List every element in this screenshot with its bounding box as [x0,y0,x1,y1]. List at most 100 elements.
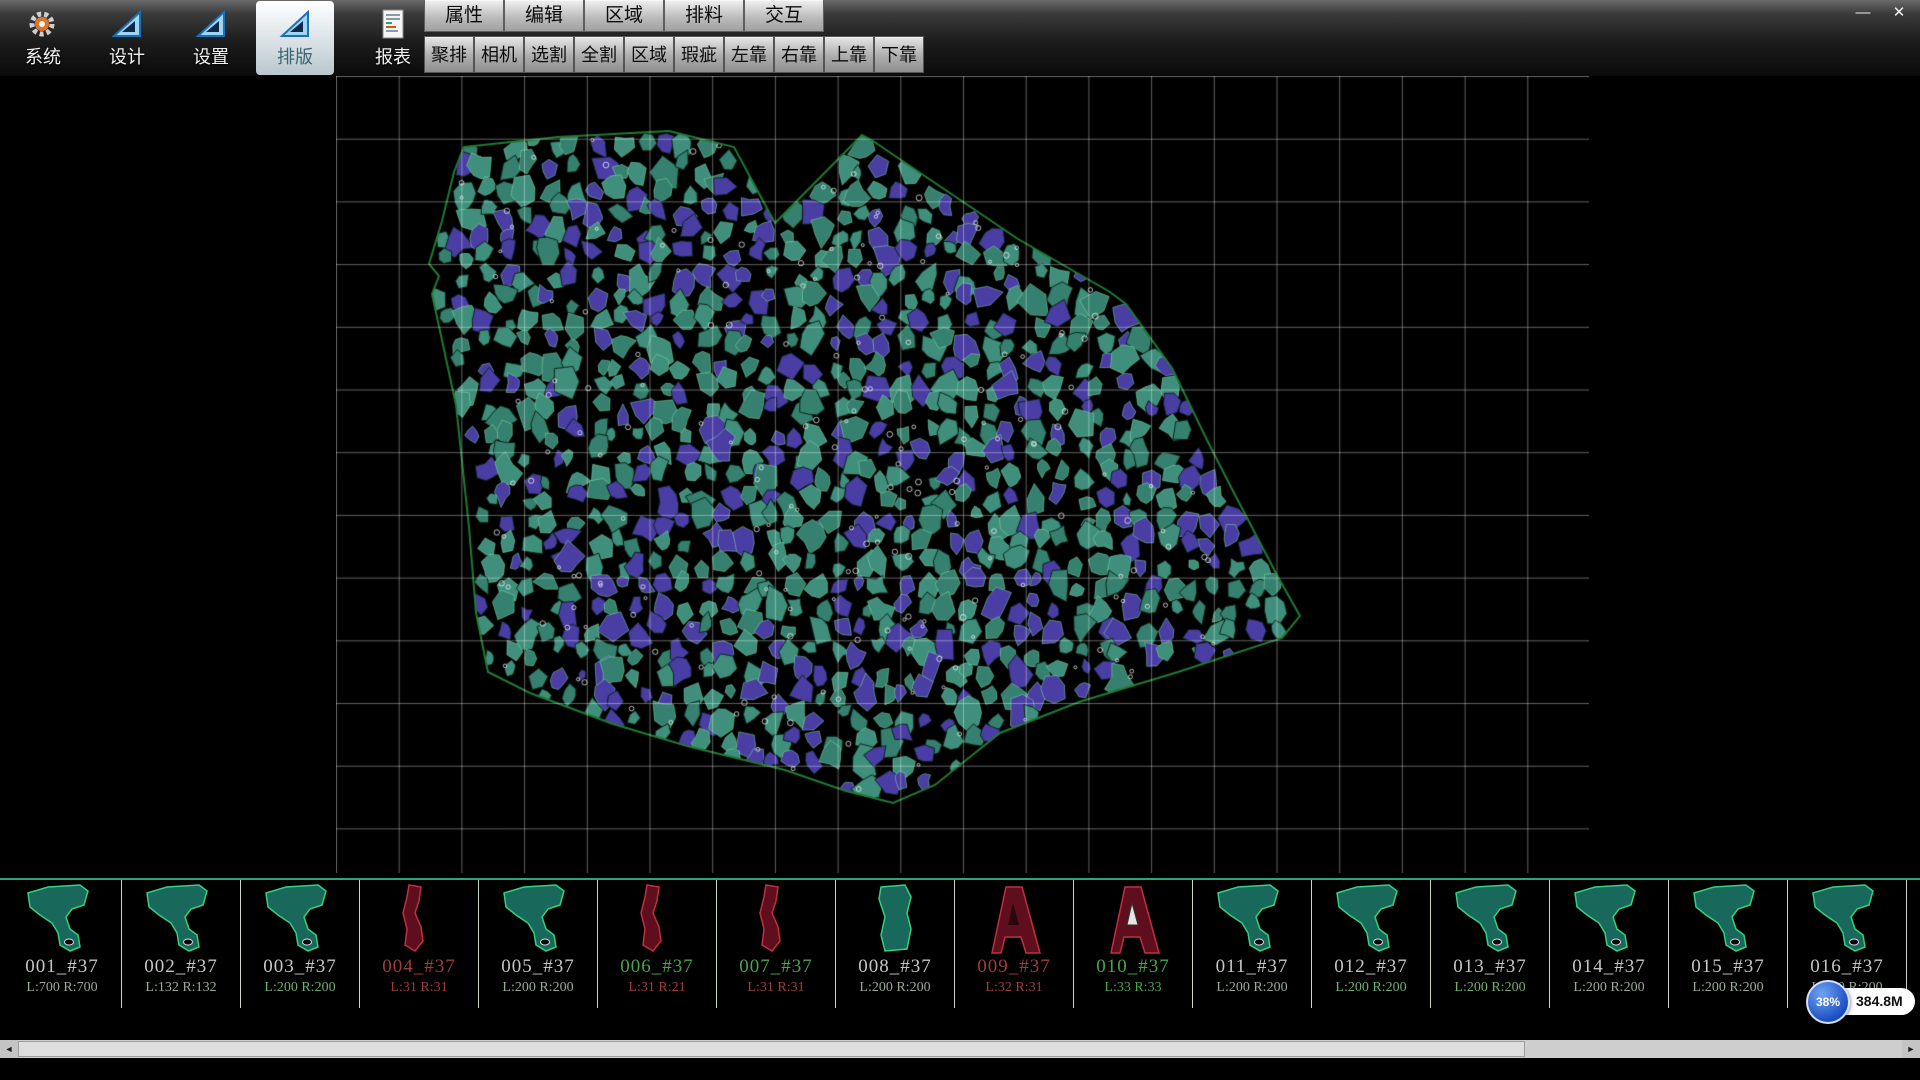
scrollbar-thumb[interactable] [18,1041,1525,1057]
piece-shape [1440,883,1540,955]
piece-shape [1797,883,1897,955]
piece-id-label: 002_#37 [144,956,218,978]
piece-shape [845,883,945,955]
tool-button-cut-all[interactable]: 全割 [574,36,624,73]
close-button[interactable]: ✕ [1886,3,1912,23]
piece-shape [131,883,231,955]
piece-shape [726,883,826,955]
toolbar-button-label: 排版 [277,43,313,69]
app-window: 系统设计设置排版报表 属性编辑区域排料交互 聚排相机选割全割区域瑕疵左靠右靠上靠… [0,0,1920,1080]
toolbar-button-label: 报表 [375,43,411,69]
ruler-icon [194,8,228,40]
tool-button-region[interactable]: 区域 [624,36,674,73]
piece-thumbnail[interactable]: 014_#37 L:200 R:200 [1550,880,1669,1008]
piece-lr-label: L:200 R:200 [264,980,335,996]
window-controls: — ✕ [1850,3,1912,23]
piece-thumbnail[interactable]: 012_#37L:200 R:200 [1312,880,1431,1008]
piece-id-label: 010_#37 [1096,956,1170,978]
piece-thumbnail[interactable]: 008_#37L:200 R:200 [836,880,955,1008]
nesting-workspace [0,76,1920,878]
minimize-button[interactable]: — [1850,3,1876,23]
piece-thumbnail[interactable]: 009_#37L:32 R:31 [955,880,1074,1008]
piece-shape [1559,883,1659,955]
piece-id-label: 001_#37 [25,956,99,978]
piece-shape [1678,883,1778,955]
tool-button-row: 聚排相机选割全割区域瑕疵左靠右靠上靠下靠 [424,36,924,73]
toolbar-button-label: 系统 [25,43,61,69]
piece-lr-label: L:200 R:200 [1454,980,1525,996]
piece-lr-label: L:132 R:132 [145,980,216,996]
app-toolbar: 系统 设计 设置排版 报表 [4,1,432,75]
menu-tab-properties[interactable]: 属性 [424,0,504,32]
tool-button-align-top[interactable]: 上靠 [824,36,874,73]
piece-id-label: 005_#37 [501,956,575,978]
piece-id-label: 006_#37 [620,956,694,978]
piece-shape [964,883,1064,955]
memory-usage-badge: 384.8M 38% [1806,980,1920,1028]
scrollbar-track[interactable] [18,1040,1902,1058]
piece-id-label: 012_#37 [1334,956,1408,978]
piece-thumbnail[interactable]: 007_#37 L:31 R:31 [717,880,836,1008]
piece-lr-label: L:200 R:200 [1216,980,1287,996]
horizontal-scrollbar[interactable]: ◄ ► [0,1040,1920,1058]
menu-tab-region[interactable]: 区域 [584,0,664,32]
top-toolbar: 系统设计设置排版报表 属性编辑区域排料交互 聚排相机选割全割区域瑕疵左靠右靠上靠… [0,0,1920,76]
piece-thumbnail[interactable]: 005_#37L:200 R:200 [479,880,598,1008]
menu-tab-interact[interactable]: 交互 [744,0,824,32]
piece-shape [607,883,707,955]
toolbar-button-system[interactable]: 系统 [4,1,82,75]
menu-area: 属性编辑区域排料交互 聚排相机选割全割区域瑕疵左靠右靠上靠下靠 [424,0,924,73]
tool-button-camera[interactable]: 相机 [474,36,524,73]
piece-id-label: 014_#37 [1572,956,1646,978]
piece-thumbnail[interactable]: 011_#37L:200 R:200 [1193,880,1312,1008]
piece-lr-label: L:31 R:31 [747,980,804,996]
piece-shape [12,883,112,955]
ruler-icon [110,8,144,40]
scroll-right-arrow[interactable]: ► [1902,1040,1920,1058]
piece-id-label: 003_#37 [263,956,337,978]
piece-lr-label: L:33 R:33 [1104,980,1161,996]
piece-lr-label: L:200 R:200 [1573,980,1644,996]
scroll-left-arrow[interactable]: ◄ [0,1040,18,1058]
piece-thumbnail[interactable]: 006_#37L:31 R:21 [598,880,717,1008]
piece-lr-label: L:700 R:700 [26,980,97,996]
tool-button-align-bottom[interactable]: 下靠 [874,36,924,73]
toolbar-button-layout[interactable]: 排版 [256,1,334,75]
piece-shape [488,883,588,955]
tool-button-cluster-nest[interactable]: 聚排 [424,36,474,73]
piece-thumbnail[interactable]: 013_#37 L:200 R:200 [1431,880,1550,1008]
piece-shape [1202,883,1302,955]
piece-thumbnail[interactable]: 010_#37 L:33 R:33 [1074,880,1193,1008]
memory-percent-label: 38% [1816,995,1840,1009]
piece-id-label: 007_#37 [739,956,813,978]
toolbar-button-label: 设计 [109,43,145,69]
piece-thumbnail[interactable]: 003_#37 L:200 R:200 [241,880,360,1008]
tool-button-defect[interactable]: 瑕疵 [674,36,724,73]
piece-lr-label: L:200 R:200 [1692,980,1763,996]
piece-lr-label: L:32 R:31 [985,980,1042,996]
menu-tab-edit[interactable]: 编辑 [504,0,584,32]
toolbar-button-report[interactable]: 报表 [354,1,432,75]
ruler-icon [278,8,312,40]
tool-button-align-left[interactable]: 左靠 [724,36,774,73]
gear-icon [26,8,60,40]
memory-percent-circle: 38% [1806,980,1850,1024]
piece-thumbnail[interactable]: 004_#37L:31 R:31 [360,880,479,1008]
piece-thumbnail[interactable]: 001_#37 L:700 R:700 [3,880,122,1008]
toolbar-button-design[interactable]: 设计 [88,1,166,75]
piece-id-label: 013_#37 [1453,956,1527,978]
piece-thumbnail[interactable]: 002_#37 L:132 R:132 [122,880,241,1008]
report-icon [376,8,410,40]
piece-shape [1321,883,1421,955]
tool-button-align-right[interactable]: 右靠 [774,36,824,73]
toolbar-button-settings[interactable]: 设置 [172,1,250,75]
tool-button-select-cut[interactable]: 选割 [524,36,574,73]
menu-tab-row: 属性编辑区域排料交互 [424,0,924,32]
nesting-canvas[interactable] [336,76,1589,873]
piece-shape [369,883,469,955]
menu-tab-nest[interactable]: 排料 [664,0,744,32]
piece-id-label: 015_#37 [1691,956,1765,978]
piece-lr-label: L:31 R:31 [390,980,447,996]
piece-thumbnail[interactable]: 015_#37 L:200 R:200 [1669,880,1788,1008]
piece-thumbnail-strip: 001_#37 L:700 R:700 002_#37 L:132 R:132 003_… [0,878,1920,1008]
